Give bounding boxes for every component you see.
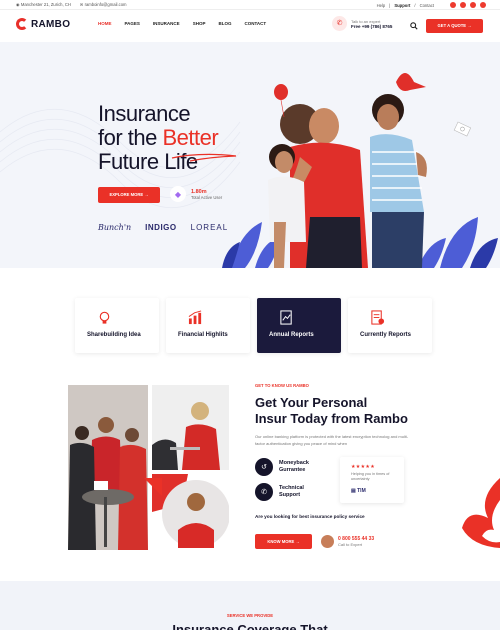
hero-family-photo xyxy=(268,94,427,268)
phone-icon: ✆ xyxy=(332,16,347,31)
instagram-icon[interactable] xyxy=(470,2,476,8)
nav-item-home[interactable]: HOME xyxy=(98,21,112,26)
about-tag: GET TO KNOW US RAMBO xyxy=(255,383,309,388)
main-nav: RAMBO HOME PAGES INSURANCE SHOP BLOG CON… xyxy=(0,10,500,40)
brand-logo: Bunch'n xyxy=(98,223,132,232)
feature-card[interactable]: Sharebuilding Idea xyxy=(75,298,159,353)
rating-stars: ★★★★★ xyxy=(351,465,376,470)
diamond-icon: ◆ xyxy=(170,186,186,202)
contact-link[interactable]: Contact xyxy=(420,3,434,8)
help-link[interactable]: Help xyxy=(377,3,386,8)
hero-heading: Insurance for the Better Future Life xyxy=(98,101,219,174)
expert-contact[interactable]: ✆ Talk to an expert Free +99 (786) 8765 xyxy=(332,16,392,31)
pinterest-icon[interactable] xyxy=(480,2,486,8)
underline-scribble xyxy=(171,153,237,162)
review-brand: ▤ TIM xyxy=(351,488,366,494)
flame-decor-icon xyxy=(462,478,500,548)
twitter-icon[interactable] xyxy=(460,2,466,8)
bird-icon xyxy=(396,73,426,91)
chart-icon xyxy=(188,310,202,325)
top-bar: ◉ Manchester 21, Zurich, CH ✉ ramboinfo@… xyxy=(0,0,500,10)
support-link[interactable]: Support xyxy=(394,3,410,8)
services-heading: Insurance Coverage That xyxy=(172,622,328,630)
services-tag: SERVICE WE PROVIDE xyxy=(226,613,274,618)
money-icon xyxy=(453,121,472,137)
brand-logo: LOREAL xyxy=(190,223,229,232)
facebook-icon[interactable] xyxy=(450,2,456,8)
money-back-icon: ↺ xyxy=(255,458,273,476)
get-quote-button[interactable]: GET A QUOTE → xyxy=(426,19,483,33)
nav-item-blog[interactable]: BLOG xyxy=(218,21,231,26)
feature-cards: Sharebuilding Idea Financial Highlits An… xyxy=(75,298,432,353)
about-heading: Get Your Personal Insur Today from Rambo xyxy=(255,395,408,426)
search-icon[interactable] xyxy=(410,22,418,32)
partner-brands: Bunch'n INDIGO LOREAL xyxy=(98,223,228,232)
service-moneyback: ↺ Moneyback Gurrantee xyxy=(255,458,319,476)
call-expert[interactable]: 0 800 555 44 33 Call to Expert xyxy=(321,535,374,548)
feature-card[interactable]: Financial Highlits xyxy=(166,298,250,353)
hero-section: Insurance for the Better Future Life EXP… xyxy=(0,42,500,268)
about-paragraph: Our online banking platform is protected… xyxy=(255,434,409,446)
hero-background-lines xyxy=(0,73,498,268)
policy-question: Are you looking for best insurance polic… xyxy=(255,514,365,519)
office-photo-2 xyxy=(152,385,229,470)
report-icon xyxy=(280,310,292,325)
review-card: ★★★★★ Helping you in times of uncertaint… xyxy=(340,457,404,503)
avatar xyxy=(321,535,334,548)
site-logo[interactable]: RAMBO xyxy=(16,18,70,30)
lightbulb-icon xyxy=(99,311,110,324)
arrow-decor-icon xyxy=(144,478,162,496)
document-icon xyxy=(371,310,385,325)
feature-card[interactable]: Currently Reports xyxy=(348,298,432,353)
nav-item-pages[interactable]: PAGES xyxy=(125,21,140,26)
nav-item-contact[interactable]: CONTACT xyxy=(244,21,266,26)
active-users-stat: ◆ 1.80m Total Active User xyxy=(170,186,222,202)
feature-card-active[interactable]: Annual Reports xyxy=(257,298,341,353)
support-icon: ✆ xyxy=(255,483,273,501)
services-section: SERVICE WE PROVIDE Insurance Coverage Th… xyxy=(0,581,500,630)
explore-more-button[interactable]: EXPLORE MORE → xyxy=(98,187,160,203)
office-photo-1 xyxy=(68,385,148,550)
nav-menu: HOME PAGES INSURANCE SHOP BLOG CONTACT xyxy=(98,21,266,26)
review-text: Helping you in times of uncertainty xyxy=(351,472,390,481)
logo-mark-icon xyxy=(16,18,28,30)
nav-item-insurance[interactable]: INSURANCE xyxy=(153,21,180,26)
hero-highlight: Better xyxy=(162,125,219,150)
address-text: ◉ Manchester 21, Zurich, CH xyxy=(16,2,71,7)
brand-logo: INDIGO xyxy=(145,223,177,232)
nav-item-shop[interactable]: SHOP xyxy=(193,21,206,26)
know-more-button[interactable]: KNOW MORE → xyxy=(255,534,312,549)
service-support: ✆ Technical Support xyxy=(255,483,319,501)
expert-phone: Free +99 (786) 8765 xyxy=(351,23,393,29)
email-text[interactable]: ✉ ramboinfo@gmail.com xyxy=(80,2,127,7)
